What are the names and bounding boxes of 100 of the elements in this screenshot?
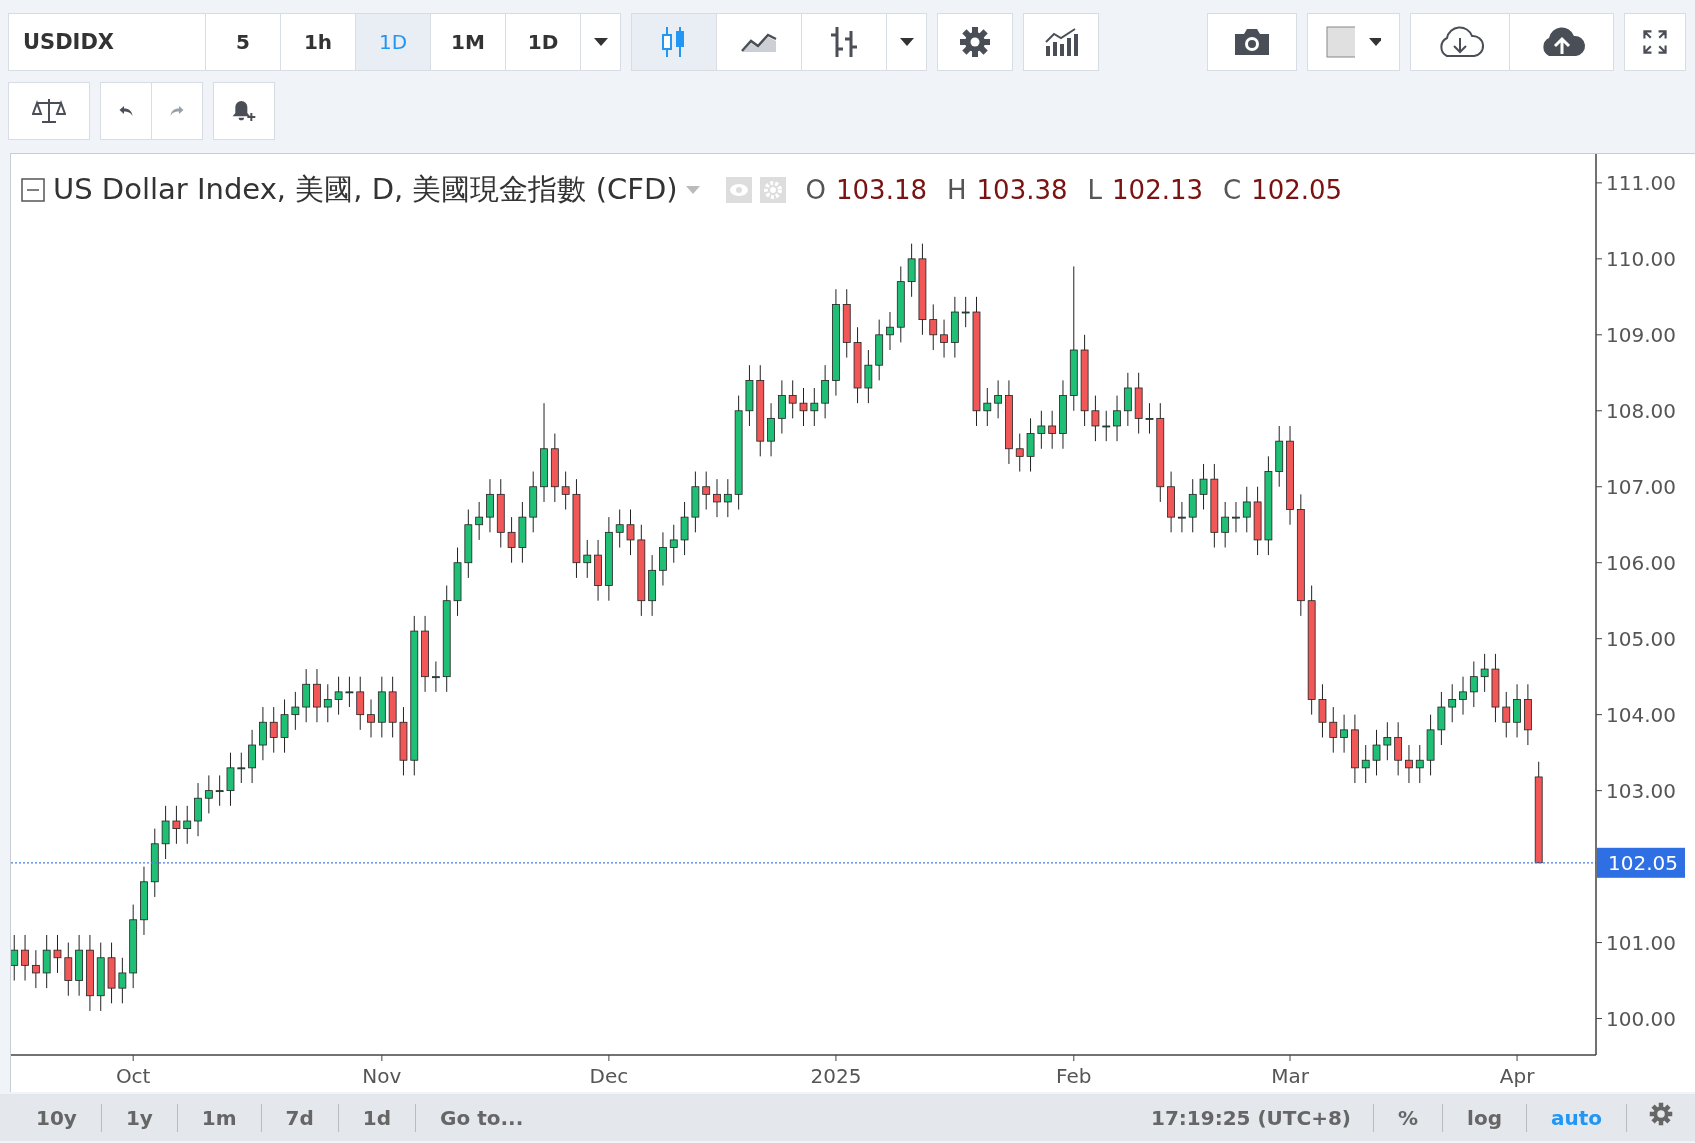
fullscreen-button[interactable] [1624,13,1686,71]
candlestick [42,934,51,989]
candlestick [1242,486,1251,533]
cloud-download-button[interactable] [1410,13,1510,71]
time-axis-label: Mar [1271,1064,1309,1088]
indicators-button[interactable] [1023,13,1099,71]
time-axis-label: Dec [589,1064,629,1088]
candlestick [486,478,494,533]
interval-button[interactable]: 1D [355,13,431,71]
candlestick [723,478,732,518]
candlestick [1221,501,1230,548]
scale-icon [32,98,66,124]
candlestick [1394,721,1403,776]
candlestick [280,698,289,754]
collapse-icon[interactable] [21,178,45,202]
range-button[interactable]: 1y [101,1103,178,1132]
price-axis-label: 108.00 [1606,398,1676,423]
candlestick [950,296,959,359]
candlestick [226,752,235,807]
time-axis-label: 2025 [810,1064,862,1088]
scale-option-button[interactable]: log [1443,1103,1527,1132]
candlestick [1015,433,1024,473]
legend-key: H [947,175,967,205]
last-price-tag: 102.05 [1597,847,1685,878]
candlestick [388,676,397,738]
interval-button[interactable]: 1D [505,13,581,71]
candlestick [291,691,300,731]
interval-button[interactable]: 5 [205,13,281,71]
candlestick [496,478,505,548]
candlestick [1491,653,1500,723]
candlestick [983,387,992,427]
candlestick [356,676,365,731]
go-to-button[interactable]: Go to... [416,1103,548,1132]
screenshot-button[interactable] [1207,13,1297,71]
price-axis-label: 105.00 [1606,626,1676,651]
candlestick [259,706,267,761]
candlestick [1524,683,1532,746]
candlestick [1513,683,1521,738]
candlestick [1123,372,1132,427]
candlestick [140,866,148,936]
candlestick [842,288,851,359]
candlestick [150,828,159,898]
scale-option-button[interactable]: % [1374,1103,1444,1132]
candlestick [172,805,181,845]
candlestick [1134,372,1143,435]
candlestick [691,471,700,533]
candlestick [1405,744,1413,784]
candlestick [1048,410,1057,450]
legend-key: C [1223,175,1242,205]
interval-dropdown-button[interactable] [580,13,621,71]
candlestick [864,349,873,404]
interval-button[interactable]: 1M [430,13,506,71]
caret-icon [1368,38,1381,46]
interval-button[interactable]: 1h [280,13,356,71]
candlestick [669,524,678,564]
candlestick [1448,683,1457,723]
settings-button[interactable] [937,13,1013,71]
candlestick [680,501,689,556]
symbol-field[interactable]: USDIDX [8,13,206,71]
candlestick [929,303,938,351]
legend-value: 103.18 [836,175,927,205]
legend-title: US Dollar Index, 美國, D, 美國現金指數 (CFD) [53,171,678,208]
candlestick [1469,661,1478,708]
candlestick [11,934,19,982]
candlestick [615,509,624,548]
scale-option-button[interactable]: auto [1526,1103,1627,1132]
candlestick [518,501,527,564]
candlestick [507,516,516,564]
cloud-upload-button[interactable] [1509,13,1614,71]
chart-type-dropdown-button[interactable] [886,13,927,71]
candlestick [875,319,884,381]
add-alert-button[interactable] [213,82,275,140]
compare-button[interactable] [8,82,90,140]
clock-text: 17:19:25 (UTC+8) [1129,1103,1374,1132]
range-button[interactable]: 1d [338,1103,417,1132]
candlestick [1026,417,1035,473]
ref-line-label: 102.05 [1608,850,1678,875]
candlestick [788,379,797,419]
candlestick [313,668,321,723]
candlestick [323,683,332,723]
candlestick [1329,706,1338,754]
candlestick [778,379,786,435]
legend-key: O [805,175,826,205]
candlestick [475,501,484,541]
chart-type-button[interactable] [801,13,887,71]
candlestick [464,509,473,579]
price-axis-label: 106.00 [1606,550,1676,575]
color-picker-button[interactable] [1307,13,1400,71]
candlestick [550,433,559,503]
candlestick [1351,714,1359,784]
line-chart-icon [741,31,777,53]
price-axis-label: 107.00 [1606,474,1676,499]
settings-icon [1649,1102,1673,1126]
candlestick [1372,729,1381,776]
candlestick [1232,501,1240,533]
range-button[interactable]: 1m [177,1103,262,1132]
candlestick [248,729,256,784]
range-button[interactable]: 10y [12,1103,102,1132]
candlestick [1340,714,1348,754]
range-button[interactable]: 7d [261,1103,339,1132]
